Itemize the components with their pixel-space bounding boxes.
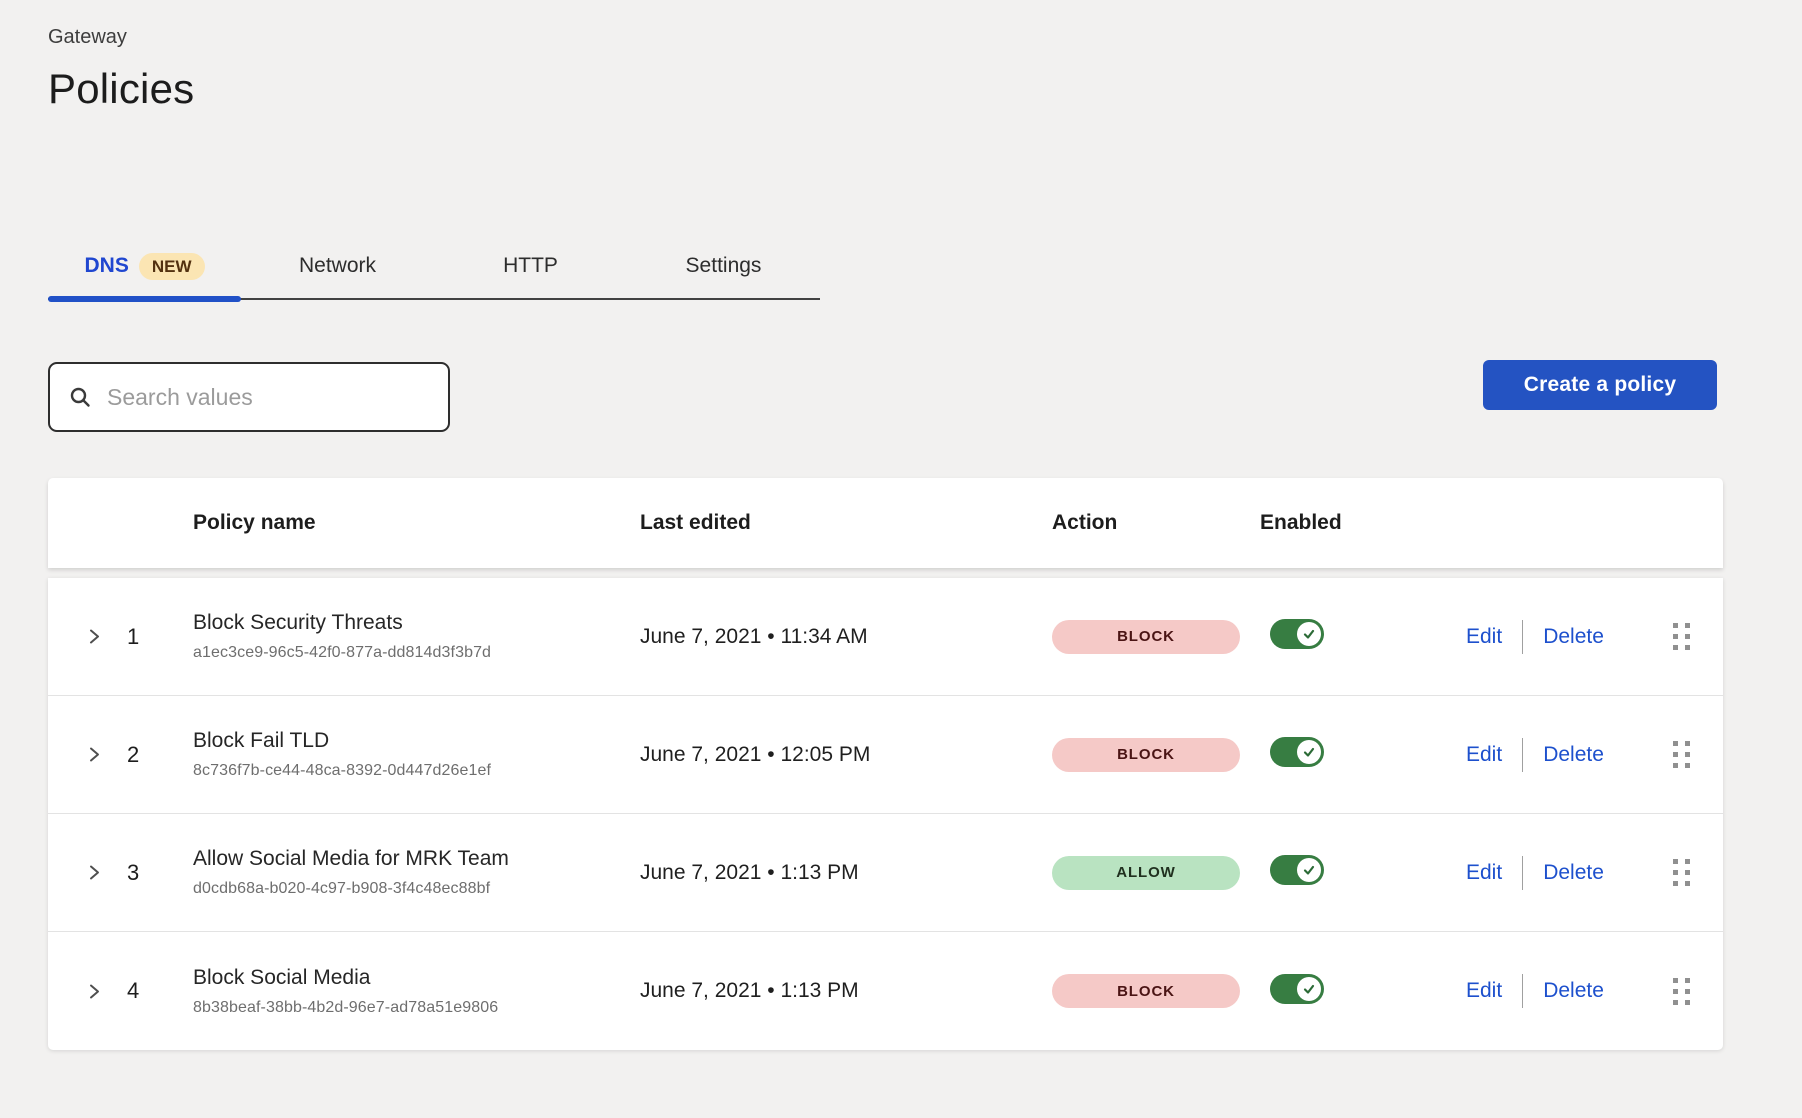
search-icon <box>68 385 92 409</box>
expand-chevron-icon[interactable] <box>86 983 103 1000</box>
tab-settings-label: Settings <box>686 254 762 278</box>
row-number: 2 <box>127 742 139 768</box>
enabled-toggle[interactable] <box>1270 974 1324 1004</box>
table-row: 2 Block Fail TLD 8c736f7b-ce44-48ca-8392… <box>48 696 1723 814</box>
link-divider <box>1522 974 1523 1008</box>
edit-link[interactable]: Edit <box>1466 979 1502 1003</box>
edit-link[interactable]: Edit <box>1466 743 1502 767</box>
toggle-check-icon <box>1297 740 1321 764</box>
toggle-check-icon <box>1297 977 1321 1001</box>
policy-uuid: a1ec3ce9-96c5-42f0-877a-dd814d3f3b7d <box>193 644 640 662</box>
enabled-toggle[interactable] <box>1270 619 1324 649</box>
search-box <box>48 362 450 432</box>
toggle-check-icon <box>1297 858 1321 882</box>
tab-http-label: HTTP <box>503 254 558 278</box>
policies-table: Policy name Last edited Action Enabled 1… <box>48 478 1723 1050</box>
tab-network-label: Network <box>299 254 376 278</box>
edit-link[interactable]: Edit <box>1466 625 1502 649</box>
policy-uuid: d0cdb68a-b020-4c97-b908-3f4c48ec88bf <box>193 880 640 898</box>
tab-http[interactable]: HTTP <box>434 234 627 298</box>
page-header: Gateway Policies <box>48 26 194 113</box>
tab-bar: DNS NEW Network HTTP Settings <box>48 234 820 300</box>
tab-dns[interactable]: DNS NEW <box>48 234 241 298</box>
column-policy-name: Policy name <box>193 511 640 535</box>
action-badge: BLOCK <box>1052 620 1240 654</box>
row-number: 1 <box>127 624 139 650</box>
link-divider <box>1522 738 1523 772</box>
drag-handle-icon[interactable] <box>1673 741 1690 768</box>
policy-name: Allow Social Media for MRK Team <box>193 847 640 871</box>
row-number: 3 <box>127 860 139 886</box>
expand-chevron-icon[interactable] <box>86 864 103 881</box>
link-divider <box>1522 620 1523 654</box>
edit-link[interactable]: Edit <box>1466 861 1502 885</box>
action-badge: BLOCK <box>1052 974 1240 1008</box>
table-row: 3 Allow Social Media for MRK Team d0cdb6… <box>48 814 1723 932</box>
expand-chevron-icon[interactable] <box>86 628 103 645</box>
tab-network[interactable]: Network <box>241 234 434 298</box>
delete-link[interactable]: Delete <box>1543 743 1604 767</box>
breadcrumb[interactable]: Gateway <box>48 26 194 49</box>
enabled-toggle[interactable] <box>1270 737 1324 767</box>
tab-dns-label: DNS <box>84 254 128 278</box>
drag-handle-icon[interactable] <box>1673 978 1690 1005</box>
expand-chevron-icon[interactable] <box>86 746 103 763</box>
toggle-check-icon <box>1297 622 1321 646</box>
column-last-edited: Last edited <box>640 511 1052 535</box>
search-input[interactable] <box>107 384 430 411</box>
last-edited-value: June 7, 2021 • 1:13 PM <box>640 979 1052 1003</box>
table-header: Policy name Last edited Action Enabled <box>48 478 1723 568</box>
policy-name: Block Fail TLD <box>193 729 640 753</box>
last-edited-value: June 7, 2021 • 12:05 PM <box>640 743 1052 767</box>
delete-link[interactable]: Delete <box>1543 625 1604 649</box>
last-edited-value: June 7, 2021 • 1:13 PM <box>640 861 1052 885</box>
enabled-toggle[interactable] <box>1270 855 1324 885</box>
delete-link[interactable]: Delete <box>1543 979 1604 1003</box>
row-number: 4 <box>127 978 139 1004</box>
table-row: 4 Block Social Media 8b38beaf-38bb-4b2d-… <box>48 932 1723 1050</box>
new-badge: NEW <box>139 253 205 280</box>
link-divider <box>1522 856 1523 890</box>
delete-link[interactable]: Delete <box>1543 861 1604 885</box>
tab-settings[interactable]: Settings <box>627 234 820 298</box>
table-body: 1 Block Security Threats a1ec3ce9-96c5-4… <box>48 578 1723 1050</box>
drag-handle-icon[interactable] <box>1673 623 1690 650</box>
column-action: Action <box>1052 511 1260 535</box>
page-title: Policies <box>48 65 194 113</box>
policy-uuid: 8b38beaf-38bb-4b2d-96e7-ad78a51e9806 <box>193 999 640 1017</box>
policy-name: Block Social Media <box>193 966 640 990</box>
last-edited-value: June 7, 2021 • 11:34 AM <box>640 625 1052 649</box>
action-badge: ALLOW <box>1052 856 1240 890</box>
policy-name: Block Security Threats <box>193 611 640 635</box>
drag-handle-icon[interactable] <box>1673 859 1690 886</box>
policy-uuid: 8c736f7b-ce44-48ca-8392-0d447d26e1ef <box>193 762 640 780</box>
column-enabled: Enabled <box>1260 511 1466 535</box>
create-policy-button[interactable]: Create a policy <box>1483 360 1717 410</box>
table-row: 1 Block Security Threats a1ec3ce9-96c5-4… <box>48 578 1723 696</box>
action-badge: BLOCK <box>1052 738 1240 772</box>
